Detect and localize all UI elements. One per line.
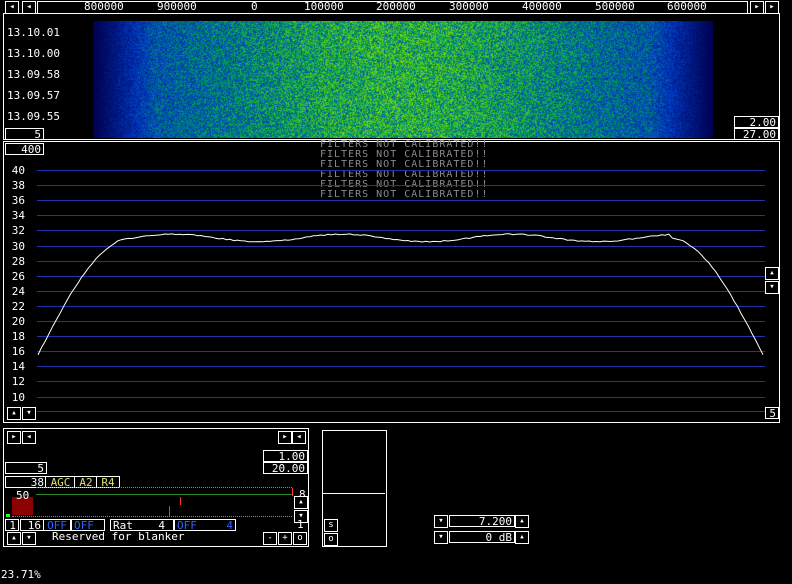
- baseband-marker-red-1: [180, 497, 181, 505]
- frequency-box[interactable]: 7.200: [449, 515, 515, 527]
- up-arrow-icon: ▴: [11, 408, 16, 418]
- baseband-dotted-top: [36, 487, 292, 488]
- baseband-left-button[interactable]: ◂: [22, 431, 36, 444]
- spectrum-up-button[interactable]: ▴: [765, 267, 779, 280]
- right-arrow-icon: ▸: [11, 432, 16, 442]
- up-arrow-icon: ▴: [769, 268, 774, 278]
- baseband-green-line: [36, 494, 292, 495]
- up-arrow-icon: ▴: [519, 532, 524, 542]
- spectrum-scale-up-button[interactable]: ▴: [7, 407, 21, 420]
- freq-up-button[interactable]: ▴: [515, 515, 529, 528]
- gain-up-button[interactable]: ▴: [515, 531, 529, 544]
- spectrum-down-button[interactable]: ▾: [765, 281, 779, 294]
- baseband-5-box[interactable]: 5: [5, 462, 47, 474]
- baseband-left-button-2[interactable]: ◂: [292, 431, 306, 444]
- s-button[interactable]: s: [324, 519, 338, 532]
- baseband-value-1: 1: [297, 518, 304, 531]
- baseband-right-button[interactable]: ▸: [7, 431, 21, 444]
- coherent-divider: [323, 493, 385, 494]
- s-meter-value: 50: [16, 489, 29, 502]
- plus-button[interactable]: +: [278, 532, 292, 545]
- baseband-marker-red-2: [169, 506, 170, 516]
- up-arrow-icon: ▴: [298, 497, 303, 507]
- up-arrow-icon: ▴: [519, 516, 524, 526]
- o-button-small[interactable]: o: [324, 533, 338, 546]
- blanker-down-button[interactable]: ▾: [22, 532, 36, 545]
- spectrum-trace: [38, 234, 763, 355]
- down-arrow-icon: ▾: [438, 532, 443, 542]
- blue-value: 4: [226, 520, 233, 531]
- baseband-16-box[interactable]: 16: [20, 519, 44, 531]
- baseband-1-00-box[interactable]: 1.00: [263, 450, 308, 462]
- down-arrow-icon: ▾: [26, 408, 31, 418]
- up-arrow-icon: ▴: [11, 533, 16, 543]
- baseband-dotted-bottom: [12, 516, 292, 517]
- minus-button[interactable]: -: [263, 532, 277, 545]
- left-arrow-icon: ◂: [26, 432, 31, 442]
- blanker-up-button[interactable]: ▴: [7, 532, 21, 545]
- spectrum-scale-down-button[interactable]: ▾: [22, 407, 36, 420]
- baseband-marker-green: [6, 514, 10, 517]
- blanker-text: Reserved for blanker: [52, 530, 184, 543]
- down-arrow-icon: ▾: [438, 516, 443, 526]
- spectrum-plot[interactable]: [0, 0, 792, 430]
- baseband-up-button[interactable]: ▴: [294, 496, 308, 509]
- baseband-right-button-2[interactable]: ▸: [278, 431, 292, 444]
- baseband-1-box[interactable]: 1: [5, 519, 19, 531]
- baseband-marker-red-3: [292, 488, 293, 496]
- gain-down-button[interactable]: ▾: [434, 531, 448, 544]
- down-arrow-icon: ▾: [769, 282, 774, 292]
- left-arrow-icon: ◂: [296, 432, 301, 442]
- baseband-20-00-box[interactable]: 20.00: [263, 462, 308, 474]
- down-arrow-icon: ▾: [26, 533, 31, 543]
- o-button[interactable]: o: [293, 532, 307, 545]
- gain-box[interactable]: 0 dB: [449, 531, 515, 543]
- spectrum-bottom-box[interactable]: 5: [765, 407, 779, 419]
- freq-down-button[interactable]: ▾: [434, 515, 448, 528]
- right-arrow-icon: ▸: [282, 432, 287, 442]
- cpu-load: 23.71%: [1, 568, 41, 581]
